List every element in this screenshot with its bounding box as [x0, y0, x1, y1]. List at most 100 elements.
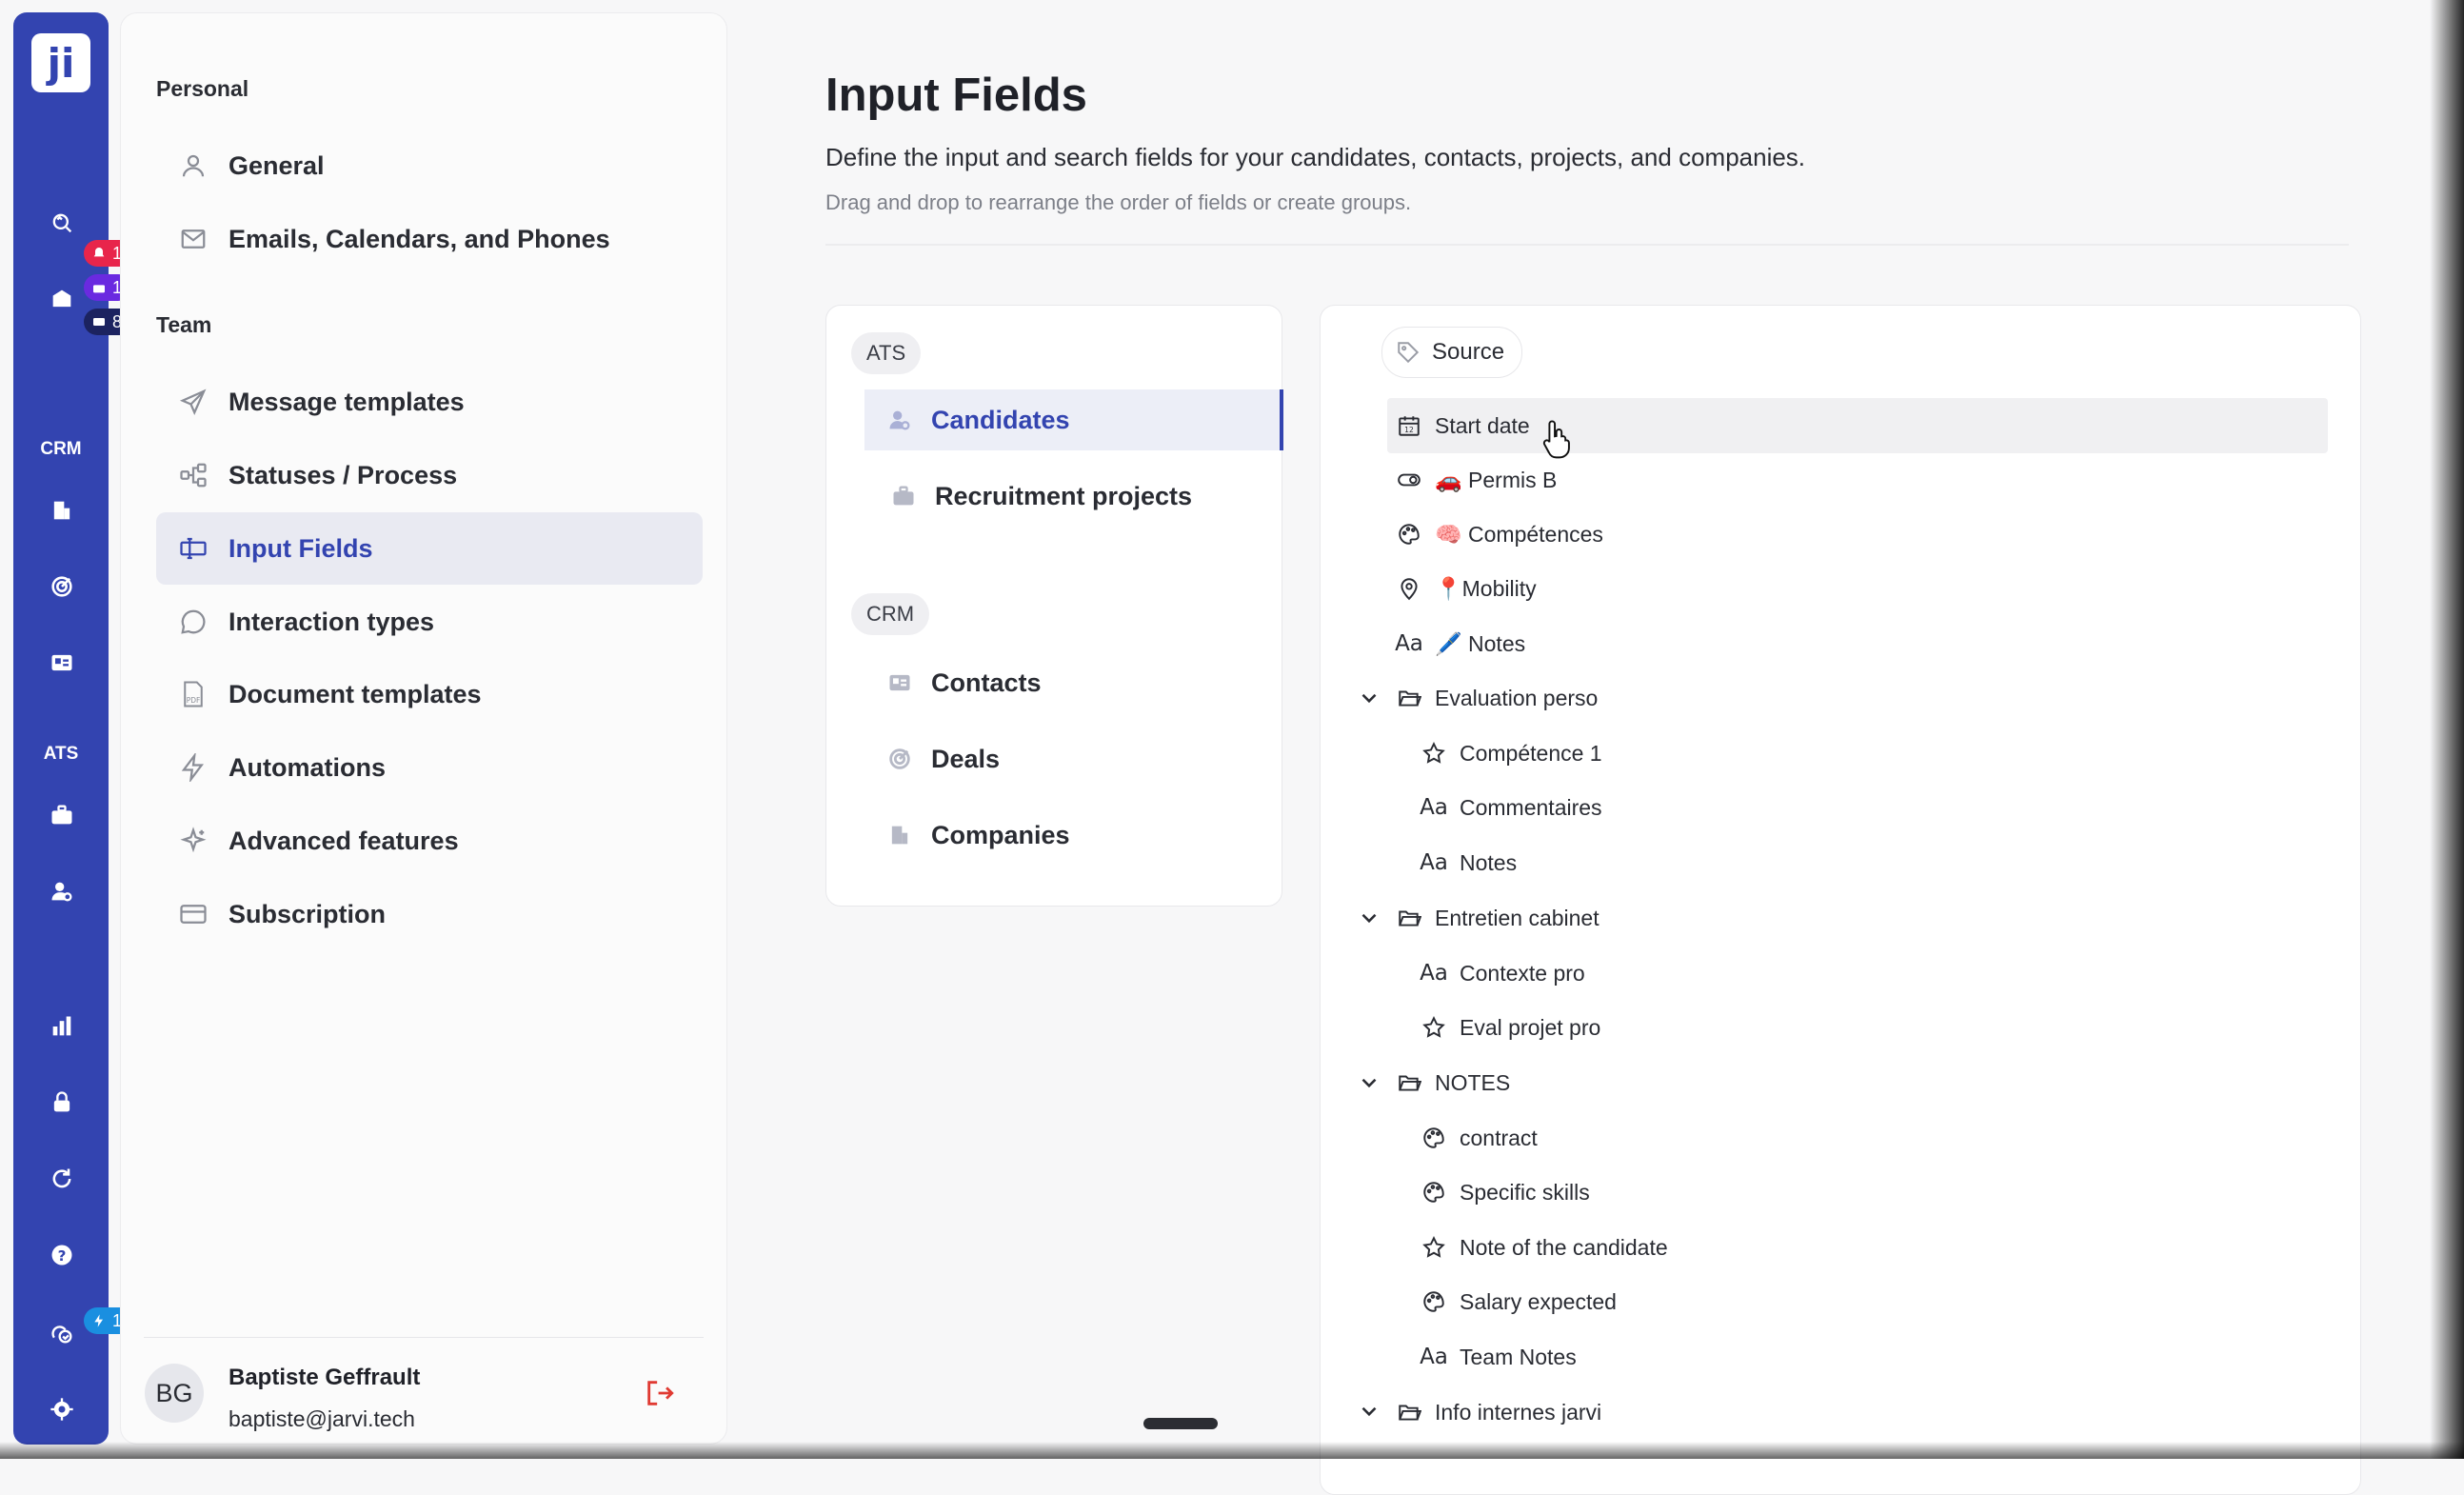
field-row-notes[interactable]: Aa Notes [1420, 835, 1517, 890]
sparkle-icon [177, 825, 209, 857]
field-row-contexte-pro[interactable]: Aa Contexte pro [1420, 946, 1585, 1001]
field-row-eval-projet-pro[interactable]: Eval projet pro [1420, 1000, 1600, 1055]
target-icon [885, 745, 914, 773]
text-icon: Aa [1420, 1345, 1448, 1369]
text-icon: Aa [1395, 631, 1423, 656]
lightning-icon [177, 751, 209, 784]
group-entretien-cabinet[interactable]: Entretien cabinet [1395, 890, 1600, 946]
header-divider [825, 244, 2349, 246]
field-row-competence-1[interactable]: Compétence 1 [1420, 726, 1602, 781]
field-row-competences[interactable]: 🧠 Compétences [1395, 507, 1603, 562]
group-notes[interactable]: NOTES [1395, 1055, 1510, 1110]
entity-item-recruitment-projects[interactable]: Recruitment projects [868, 466, 1287, 527]
chevron-down-icon[interactable] [1357, 1070, 1381, 1095]
logout-icon[interactable] [644, 1377, 676, 1409]
field-row-notes-top[interactable]: Aa 🖊️ Notes [1395, 616, 1525, 671]
team-heading: Team [156, 312, 212, 337]
search-refresh-icon[interactable] [48, 209, 76, 237]
field-row-mobility[interactable]: 📍Mobility [1395, 561, 1537, 616]
analytics-icon[interactable] [48, 1012, 76, 1041]
field-row-permis-b[interactable]: 🚗 Permis B [1395, 452, 1557, 508]
envelope-icon [93, 318, 105, 326]
text-icon: Aa [1420, 795, 1448, 820]
location-pin-icon [1395, 574, 1423, 603]
screen-edge-shadow [2430, 0, 2464, 1459]
text-icon: Aa [1420, 850, 1448, 875]
field-row-team-notes[interactable]: Aa Team Notes [1420, 1329, 1577, 1385]
svg-text:12: 12 [1404, 426, 1414, 434]
star-icon [1420, 739, 1448, 767]
inbox-icon[interactable] [48, 285, 76, 313]
page-description: Define the input and search fields for y… [825, 143, 1806, 171]
folder-open-icon [1395, 904, 1423, 932]
text-icon: Aa [1420, 961, 1448, 986]
briefcase-icon [889, 482, 918, 510]
refresh-icon[interactable] [48, 1165, 76, 1193]
briefcase-icon [93, 285, 105, 293]
group-evaluation-perso[interactable]: Evaluation perso [1395, 670, 1598, 726]
sidebar-item-general[interactable]: General [156, 130, 703, 202]
rail-section-crm: CRM [40, 439, 82, 459]
field-row-note-of-candidate[interactable]: Note of the candidate [1420, 1220, 1668, 1275]
app-rail: ji CRM ATS ? [13, 12, 109, 1445]
calendar-icon: 12 [1395, 411, 1423, 440]
sidebar-item-document-templates[interactable]: PDF Document templates [156, 658, 703, 730]
app-logo[interactable]: ji [31, 33, 90, 92]
contacts-icon[interactable] [48, 648, 76, 677]
entity-item-candidates[interactable]: Candidates [864, 389, 1283, 450]
sidebar-item-subscription[interactable]: Subscription [156, 878, 703, 950]
deals-icon[interactable] [48, 572, 76, 601]
candidate-search-icon[interactable] [48, 877, 76, 906]
svg-text:?: ? [58, 1247, 67, 1265]
help-icon[interactable]: ? [48, 1241, 76, 1269]
field-row-start-date[interactable]: 12 Start date [1387, 398, 2328, 453]
chevron-down-icon[interactable] [1357, 1399, 1381, 1424]
folder-open-icon [1395, 1398, 1423, 1426]
palette-icon [1420, 1287, 1448, 1316]
field-row-contract[interactable]: contract [1420, 1110, 1538, 1166]
entity-item-contacts[interactable]: Contacts [864, 652, 1283, 713]
settings-gear-icon[interactable] [48, 1395, 76, 1424]
hand-cursor-icon [1542, 420, 1570, 459]
field-row-commentaires[interactable]: Aa Commentaires [1420, 780, 1601, 835]
entity-panel: ATS Candidates Recruitment projects CRM … [825, 305, 1283, 907]
scroll-handle[interactable] [1143, 1418, 1218, 1429]
user-name: Baptiste Geffrault [229, 1365, 421, 1390]
briefcase-icon[interactable] [48, 801, 76, 829]
lightning-icon [94, 1314, 103, 1327]
toggle-icon [1395, 466, 1423, 494]
contacts-icon [885, 668, 914, 697]
group-info-internes-jarvi[interactable]: Info internes jarvi [1395, 1385, 1601, 1440]
screen-edge-shadow-bottom [0, 1442, 2464, 1459]
rail-section-ats: ATS [43, 744, 79, 764]
entity-item-deals[interactable]: Deals [864, 728, 1283, 789]
avatar[interactable]: BG [145, 1364, 204, 1423]
sidebar-item-interaction-types[interactable]: Interaction types [156, 586, 703, 658]
crm-chip: CRM [851, 593, 930, 635]
sidebar-divider [144, 1337, 704, 1338]
chevron-down-icon[interactable] [1357, 906, 1381, 930]
fields-panel: Source 12 Start date 🚗 Permis B 🧠 Compét… [1320, 305, 2361, 1495]
sidebar-item-input-fields[interactable]: Input Fields [156, 512, 703, 585]
sidebar-item-automations[interactable]: Automations [156, 731, 703, 804]
palette-icon [1420, 1124, 1448, 1152]
page-hint: Drag and drop to rearrange the order of … [825, 190, 1412, 214]
field-row-salary-expected[interactable]: Salary expected [1420, 1274, 1617, 1329]
lock-icon[interactable] [48, 1088, 76, 1117]
sidebar-item-emails[interactable]: Emails, Calendars, and Phones [156, 203, 703, 275]
source-field[interactable]: Source [1381, 327, 1523, 378]
chevron-down-icon[interactable] [1357, 686, 1381, 710]
folder-open-icon [1395, 1068, 1423, 1097]
sidebar-item-advanced-features[interactable]: Advanced features [156, 805, 703, 877]
sidebar-item-message-templates[interactable]: Message templates [156, 366, 703, 438]
ats-chip: ATS [851, 332, 922, 374]
folder-open-icon [1395, 684, 1423, 712]
entity-item-companies[interactable]: Companies [864, 805, 1283, 866]
building-icon [885, 821, 914, 849]
bell-icon [93, 248, 105, 257]
sidebar-item-statuses[interactable]: Statuses / Process [156, 439, 703, 511]
companies-icon[interactable] [48, 496, 76, 525]
field-row-specific-skills[interactable]: Specific skills [1420, 1165, 1590, 1220]
sync-status-icon[interactable] [48, 1319, 76, 1347]
personal-heading: Personal [156, 76, 249, 101]
